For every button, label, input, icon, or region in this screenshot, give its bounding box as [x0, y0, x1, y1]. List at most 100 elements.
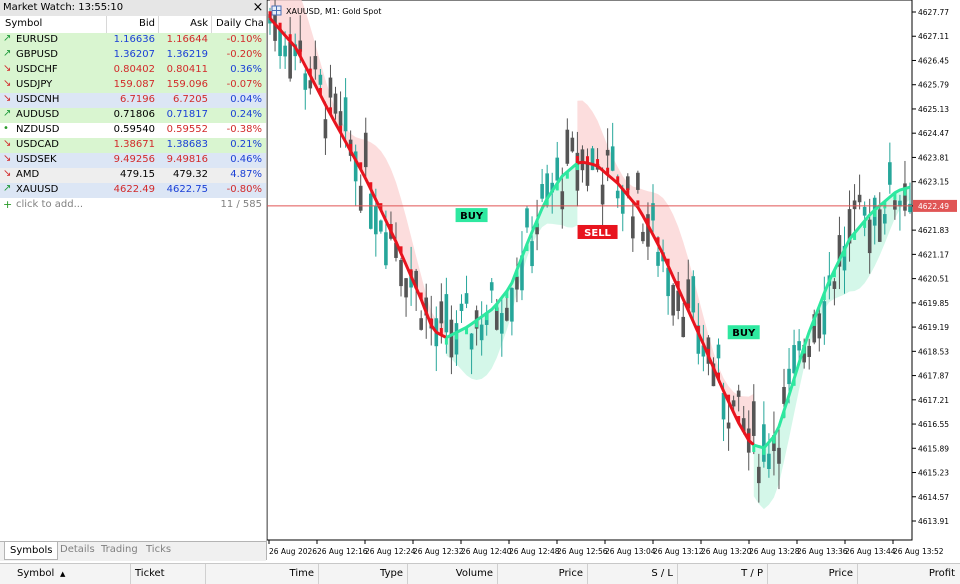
market-watch-row[interactable]: ↗ XAUUSD 4622.49 4622.75 -0.80% — [0, 183, 266, 198]
trend-step-marker — [288, 34, 292, 42]
price-label: 4619.85 — [918, 299, 949, 308]
candle-body — [308, 80, 313, 89]
trend-step-marker — [419, 292, 423, 300]
candle-body — [782, 386, 786, 404]
tab-details[interactable]: Details — [60, 544, 95, 555]
trend-step-marker — [585, 156, 589, 164]
toolbox-column-tp[interactable]: T / P — [681, 568, 763, 579]
price-label: 4616.55 — [918, 420, 949, 429]
market-watch-row[interactable]: ↘ AMD 479.15 479.32 4.87% — [0, 168, 266, 183]
market-watch-row[interactable]: ↘ USDJPY 159.087 159.096 -0.07% — [0, 78, 266, 93]
add-symbol-label[interactable]: click to add... — [16, 199, 83, 210]
trend-step-marker — [308, 68, 312, 76]
column-header-bid[interactable]: Bid — [107, 18, 155, 29]
trend-step-marker — [873, 209, 877, 217]
trend-step-marker — [772, 436, 776, 444]
candle-body — [862, 206, 867, 216]
candle-body — [515, 276, 519, 290]
ask-price: 1.38683 — [166, 139, 208, 150]
tab-ticks[interactable]: Ticks — [146, 544, 171, 555]
signal-label-buy: BUY — [727, 325, 760, 340]
candle-body — [797, 341, 801, 351]
time-label: 26 Aug 2026 — [269, 547, 317, 556]
trend-step-marker — [565, 171, 569, 179]
trend-step-marker — [822, 293, 826, 301]
trend-step-marker — [555, 183, 559, 191]
toolbox-column-profit[interactable]: Profit — [861, 568, 955, 579]
market-watch-row[interactable]: ↗ EURUSD 1.16636 1.16644 -0.10% — [0, 33, 266, 48]
candle-body — [883, 214, 887, 224]
column-header-ask[interactable]: Ask — [159, 18, 208, 29]
candle-body — [313, 56, 318, 70]
market-watch-row[interactable]: ↗ GBPUSD 1.36207 1.36219 -0.20% — [0, 48, 266, 63]
price-chart[interactable]: BUY SELL BUY XAUUSD, M1: Gold Spot 4627.77 46… — [266, 0, 960, 560]
tab-symbols[interactable]: Symbols — [4, 542, 59, 560]
candle-body — [877, 209, 882, 242]
trend-step-marker — [596, 159, 600, 167]
toolbox-column-price[interactable]: Price — [501, 568, 583, 579]
candle-body — [610, 146, 615, 171]
toolbox-column-current-price[interactable]: Price — [771, 568, 853, 579]
trend-step-marker — [409, 269, 413, 277]
toolbox-column-sl[interactable]: S / L — [591, 568, 673, 579]
current-price-label: 4622.49 — [918, 202, 949, 211]
time-label: 26 Aug 12:16 — [317, 547, 368, 556]
toolbox-column-ticket[interactable]: Ticket — [135, 568, 165, 579]
trend-step-marker — [812, 318, 816, 326]
column-header-daily-change[interactable]: Daily Cha... — [216, 18, 264, 29]
candle-body — [817, 313, 822, 339]
price-label: 4625.79 — [918, 81, 949, 90]
close-icon[interactable]: × — [251, 0, 265, 16]
toolbox-column-type[interactable]: Type — [322, 568, 403, 579]
ask-price: 6.7205 — [173, 94, 208, 105]
candle-body — [767, 453, 771, 470]
column-header-symbol[interactable]: Symbol — [5, 18, 42, 29]
trend-step-marker — [792, 378, 796, 386]
daily-change: -0.10% — [226, 34, 262, 45]
chart-window[interactable]: BUY SELL BUY XAUUSD, M1: Gold Spot 4627.77 46… — [266, 0, 960, 560]
candle-body — [469, 333, 474, 350]
toolbox-column-time[interactable]: Time — [210, 568, 314, 579]
market-watch-row[interactable]: ↘ USDCNH 6.7196 6.7205 0.04% — [0, 93, 266, 108]
market-watch-row[interactable]: • NZDUSD 0.59540 0.59552 -0.38% — [0, 123, 266, 138]
candle-body — [404, 278, 408, 298]
candle-body — [363, 132, 368, 168]
trend-step-marker — [575, 156, 579, 164]
candle-body — [540, 184, 544, 199]
trend-step-marker — [832, 270, 836, 278]
trend-step-marker — [626, 188, 630, 196]
ask-price: 9.49816 — [166, 154, 208, 165]
bid-price: 0.71806 — [113, 109, 155, 120]
market-watch-panel: Market Watch: 13:55:10 × Symbol Bid Ask … — [0, 0, 267, 561]
toolbox-column-volume[interactable]: Volume — [411, 568, 493, 579]
toolbox-column-symbol[interactable]: Symbol — [17, 568, 54, 579]
tab-trading[interactable]: Trading — [101, 544, 138, 555]
trend-step-marker — [706, 348, 710, 356]
trend-step-marker — [278, 22, 282, 30]
trend-step-marker — [298, 49, 302, 57]
candle-body — [656, 251, 660, 266]
price-label: 4615.23 — [918, 469, 949, 478]
plus-icon: + — [3, 198, 13, 211]
market-watch-row[interactable]: ↗ AUDUSD 0.71806 0.71817 0.24% — [0, 108, 266, 123]
candle-body — [449, 319, 454, 358]
add-symbol-row[interactable]: + click to add... 11 / 585 — [0, 198, 266, 213]
sort-icon: ▲ — [60, 570, 66, 578]
market-watch-titlebar[interactable]: Market Watch: 13:55:10 × — [0, 0, 266, 17]
market-watch-row[interactable]: ↘ USDCAD 1.38671 1.38683 0.21% — [0, 138, 266, 153]
chart-title: XAUUSD, M1: Gold Spot — [286, 7, 381, 16]
plot-area — [266, 0, 913, 541]
trend-step-marker — [646, 218, 650, 226]
candle-body — [530, 241, 534, 267]
symbol-name: GBPUSD — [16, 49, 59, 60]
bid-price: 6.7196 — [120, 94, 155, 105]
trend-step-marker — [328, 107, 332, 115]
market-watch-row[interactable]: ↘ USDCHF 0.80402 0.80411 0.36% — [0, 63, 266, 78]
dot-icon: • — [3, 123, 9, 134]
market-watch-row[interactable]: ↘ USDSEK 9.49256 9.49816 0.46% — [0, 153, 266, 168]
trend-step-marker — [525, 244, 529, 252]
time-label: 26 Aug 12:40 — [461, 547, 512, 556]
daily-change: 0.24% — [230, 109, 262, 120]
candle-body — [888, 162, 892, 185]
candle-body — [625, 176, 630, 190]
